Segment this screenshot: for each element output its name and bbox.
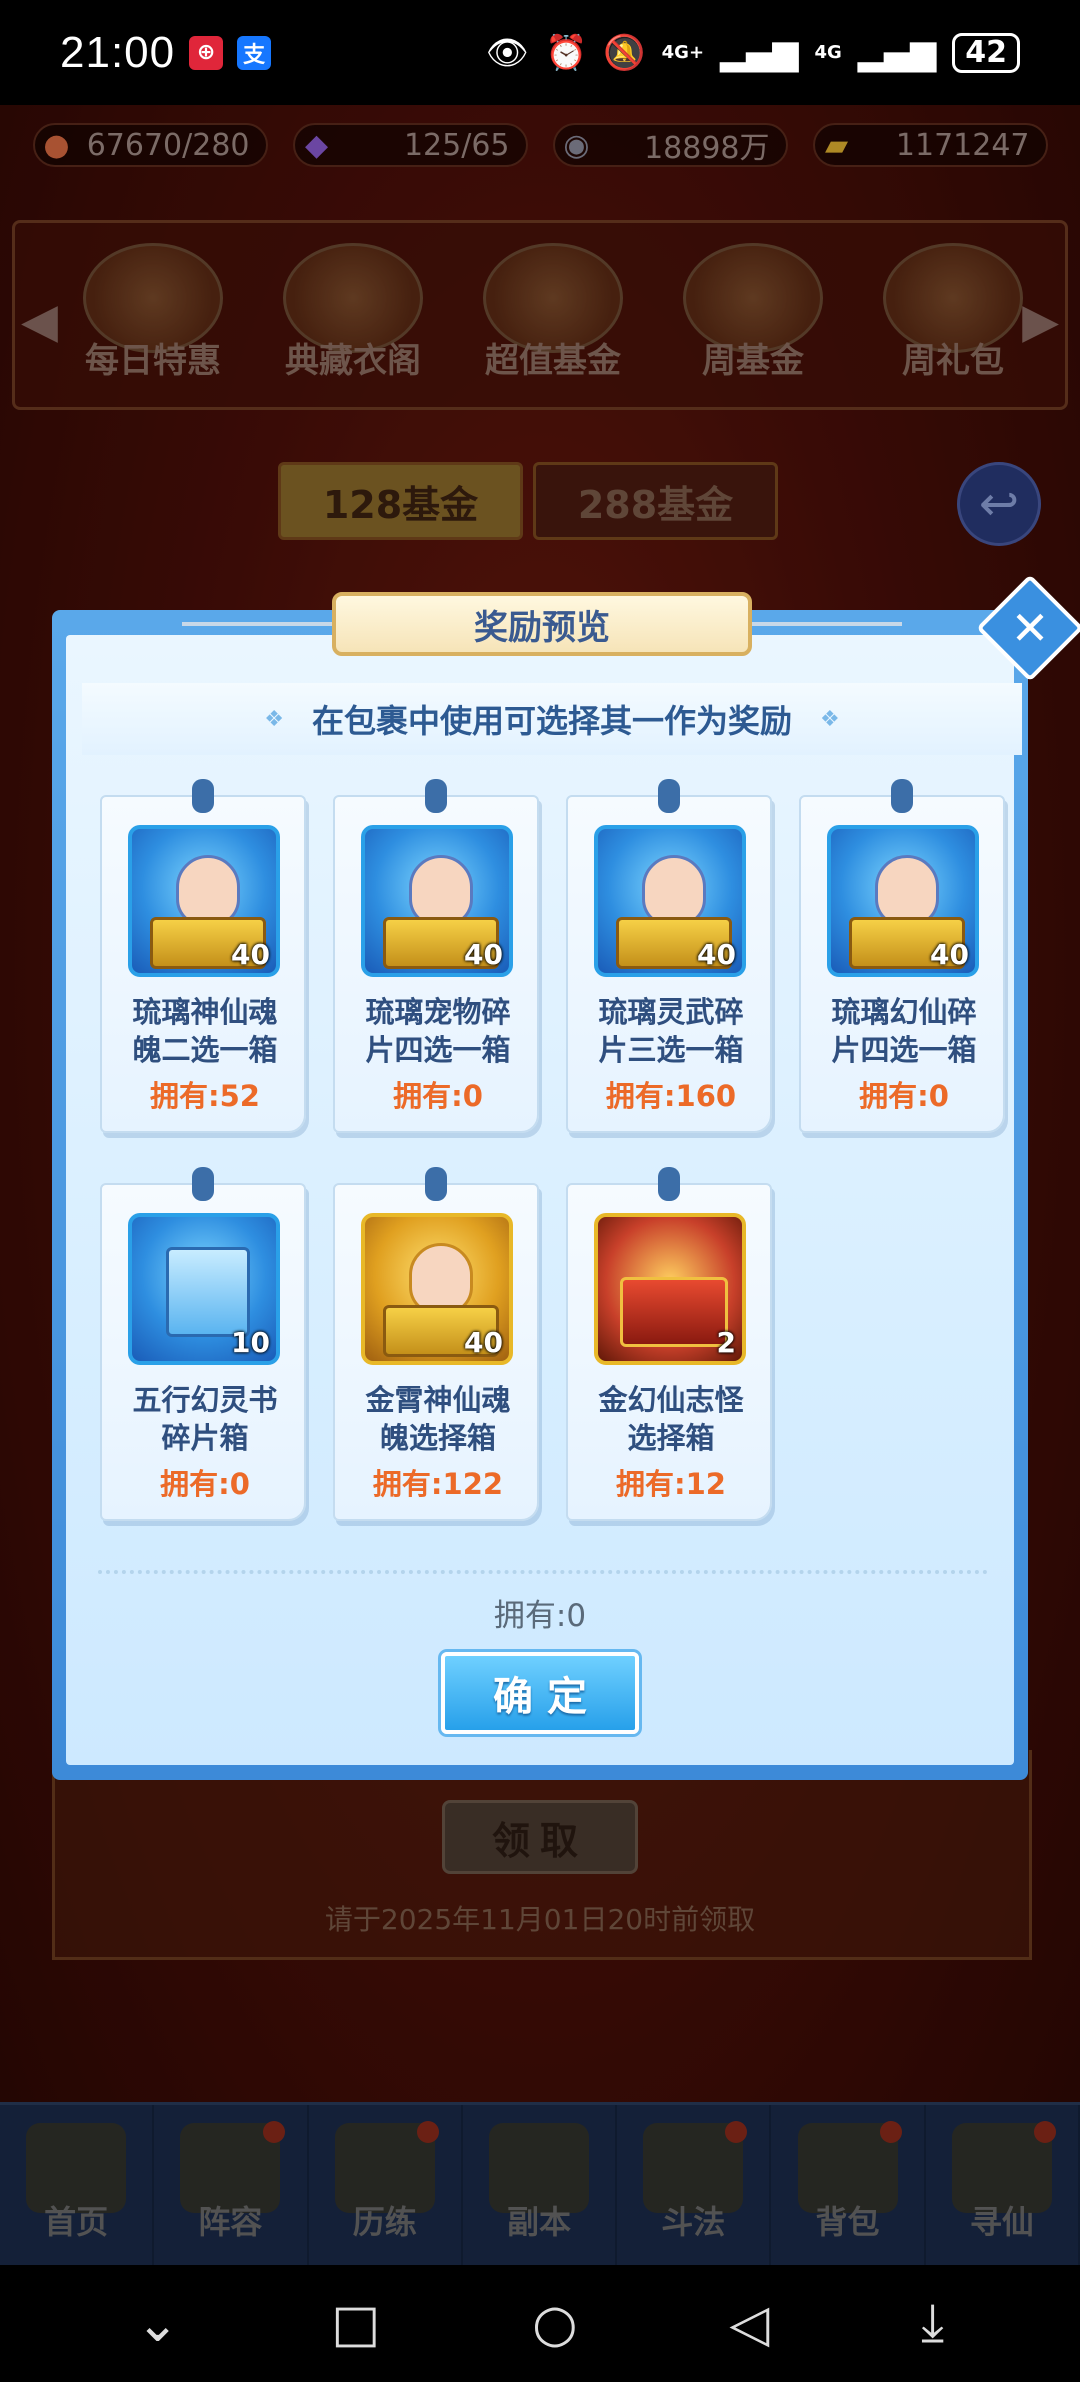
spirit-book-fragment-icon: 10	[128, 1213, 280, 1365]
item-owned-count: 拥有:160	[605, 1079, 737, 1113]
item-owned-count: 拥有:0	[160, 1467, 250, 1501]
title-divider	[752, 622, 902, 626]
item-name: 琉璃神仙魂 魄二选一箱	[132, 995, 278, 1067]
pin-icon	[425, 1167, 447, 1201]
reward-item-card[interactable]: 40 琉璃宠物碎 片四选一箱 拥有:0	[333, 779, 539, 1133]
pin-icon	[192, 779, 214, 813]
item-name: 金幻仙志怪 选择箱	[598, 1383, 744, 1455]
reward-preview-modal: ❖ 在包裹中使用可选择其一作为奖励 ❖ 40 琉璃神仙魂 魄二选一箱 拥有:52 …	[42, 574, 1080, 1785]
status-indicators: 👁 ⏰ 🔕 4G+ ▂▄▆ 4G ▂▄▆ 42	[485, 32, 1020, 73]
reward-item-card[interactable]: 40 琉璃灵武碎 片三选一箱 拥有:160	[566, 779, 772, 1133]
item-name: 五行幻灵书 碎片箱	[132, 1383, 278, 1455]
item-quantity: 40	[464, 1326, 503, 1359]
system-nav-bar: ⌄ □ ○ ◁ ⤓	[0, 2265, 1080, 2382]
battery-indicator: 42	[952, 32, 1020, 73]
confirm-button[interactable]: 确定	[441, 1652, 639, 1734]
network-label-2: 4G	[814, 41, 842, 63]
pin-icon	[891, 779, 913, 813]
pin-icon	[658, 1167, 680, 1201]
pin-icon	[192, 1167, 214, 1201]
item-name: 琉璃灵武碎 片三选一箱	[598, 995, 744, 1067]
alipay-app-icon: 支	[237, 35, 272, 70]
item-quantity: 40	[697, 938, 736, 971]
selected-owned-count: 拥有:0	[493, 1598, 587, 1634]
item-owned-count: 拥有:122	[372, 1467, 504, 1501]
mute-bell-icon: 🔕	[603, 32, 646, 73]
signal-bars-icon: ▂▄▆	[857, 32, 937, 73]
item-quantity: 40	[231, 938, 270, 971]
item-quantity: 40	[930, 938, 969, 971]
item-owned-count: 拥有:0	[859, 1079, 949, 1113]
immortal-soul-chest-icon: 40	[128, 825, 280, 977]
diamond-icon: ❖	[264, 706, 284, 732]
eye-icon: 👁	[485, 32, 529, 73]
item-name: 琉璃宠物碎 片四选一箱	[365, 995, 511, 1067]
recents-square-icon[interactable]: □	[331, 2294, 380, 2354]
signal-bars-icon: ▂▄▆	[720, 32, 799, 73]
item-owned-count: 拥有:12	[616, 1467, 726, 1501]
pet-fragment-chest-icon: 40	[361, 825, 513, 977]
item-owned-count: 拥有:0	[393, 1079, 483, 1113]
golden-soul-chest-icon: 40	[361, 1213, 513, 1365]
reward-item-card[interactable]: 40 琉璃神仙魂 魄二选一箱 拥有:52	[100, 779, 306, 1133]
bank-app-icon: ⊕	[189, 35, 224, 70]
item-quantity: 40	[464, 938, 503, 971]
pull-down-icon[interactable]: ⤓	[921, 2293, 944, 2354]
alarm-icon: ⏰	[544, 32, 588, 73]
title-divider	[182, 622, 332, 626]
close-icon: ✕	[1010, 601, 1050, 655]
hint-text: 在包裹中使用可选择其一作为奖励	[311, 702, 792, 740]
modal-title: 奖励预览	[332, 592, 752, 656]
status-time: 21:00	[60, 27, 176, 77]
hint-bar: ❖ 在包裹中使用可选择其一作为奖励 ❖	[82, 683, 1022, 755]
item-name: 琉璃幻仙碎 片四选一箱	[831, 995, 977, 1067]
home-circle-icon[interactable]: ○	[532, 2294, 577, 2354]
network-label-1: 4G+	[661, 41, 705, 63]
item-owned-count: 拥有:52	[150, 1079, 260, 1113]
item-quantity: 10	[231, 1326, 270, 1359]
collapse-chevron-icon[interactable]: ⌄	[136, 2294, 180, 2354]
treasure-chest-icon: 2	[594, 1213, 746, 1365]
back-triangle-icon[interactable]: ◁	[729, 2294, 769, 2354]
pin-icon	[658, 779, 680, 813]
spirit-weapon-chest-icon: 40	[594, 825, 746, 977]
reward-item-card[interactable]: 40 金霄神仙魂 魄选择箱 拥有:122	[333, 1167, 539, 1521]
status-bar: 21:00 ⊕ 支 👁 ⏰ 🔕 4G+ ▂▄▆ 4G ▂▄▆ 42	[0, 0, 1080, 105]
diamond-icon: ❖	[820, 706, 840, 732]
item-quantity: 2	[716, 1326, 736, 1359]
item-name: 金霄神仙魂 魄选择箱	[365, 1383, 511, 1455]
reward-item-card[interactable]: 10 五行幻灵书 碎片箱 拥有:0	[100, 1167, 306, 1521]
reward-item-card[interactable]: 2 金幻仙志怪 选择箱 拥有:12	[566, 1167, 772, 1521]
divider	[98, 1570, 988, 1574]
pin-icon	[425, 779, 447, 813]
reward-item-card[interactable]: 40 琉璃幻仙碎 片四选一箱 拥有:0	[799, 779, 1005, 1133]
phantom-immortal-chest-icon: 40	[827, 825, 979, 977]
